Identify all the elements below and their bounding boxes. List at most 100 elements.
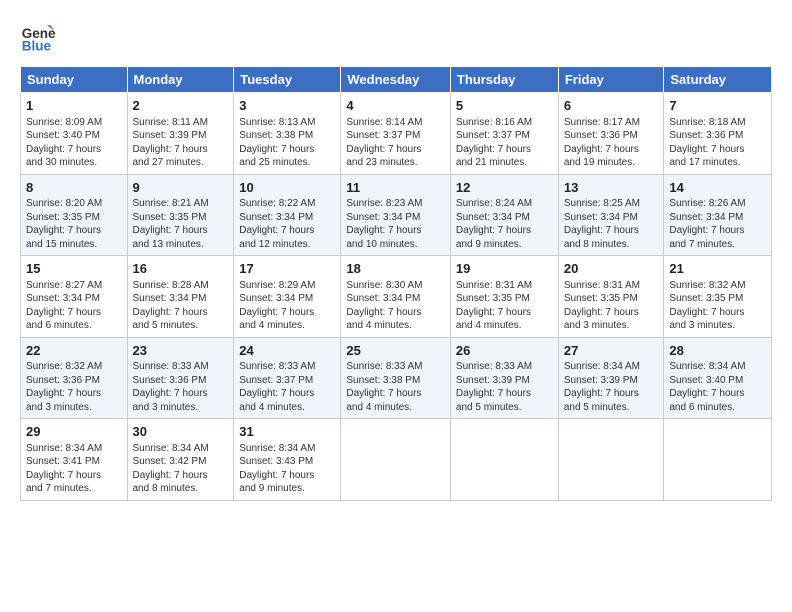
day-info: Daylight: 7 hours [456,224,553,238]
calendar-cell: 6Sunrise: 8:17 AMSunset: 3:36 PMDaylight… [558,93,664,175]
day-info: Daylight: 7 hours [26,224,122,238]
day-number: 12 [456,179,553,197]
day-info: and 6 minutes. [669,401,766,415]
svg-text:Blue: Blue [22,38,52,53]
day-number: 2 [133,97,229,115]
calendar-week-row: 29Sunrise: 8:34 AMSunset: 3:41 PMDayligh… [21,419,772,501]
col-header-thursday: Thursday [450,67,558,93]
day-info: and 21 minutes. [456,156,553,170]
day-info: Sunset: 3:38 PM [239,129,335,143]
day-info: Sunset: 3:36 PM [26,374,122,388]
day-info: Daylight: 7 hours [669,143,766,157]
day-info: and 17 minutes. [669,156,766,170]
calendar-cell: 7Sunrise: 8:18 AMSunset: 3:36 PMDaylight… [664,93,772,175]
day-info: and 27 minutes. [133,156,229,170]
day-number: 6 [564,97,659,115]
day-info: Sunrise: 8:27 AM [26,279,122,293]
day-info: Daylight: 7 hours [26,306,122,320]
calendar-cell: 19Sunrise: 8:31 AMSunset: 3:35 PMDayligh… [450,256,558,338]
logo: General Blue [20,18,56,54]
day-info: Daylight: 7 hours [564,387,659,401]
day-info: and 4 minutes. [239,319,335,333]
day-info: and 9 minutes. [239,482,335,496]
day-info: Sunset: 3:34 PM [239,211,335,225]
day-info: Sunset: 3:37 PM [239,374,335,388]
day-info: and 15 minutes. [26,238,122,252]
day-number: 16 [133,260,229,278]
day-number: 4 [346,97,445,115]
day-info: Sunrise: 8:34 AM [239,442,335,456]
calendar-cell: 1Sunrise: 8:09 AMSunset: 3:40 PMDaylight… [21,93,128,175]
day-info: and 8 minutes. [133,482,229,496]
day-info: Sunset: 3:34 PM [133,292,229,306]
day-info: Sunset: 3:36 PM [669,129,766,143]
calendar-cell: 12Sunrise: 8:24 AMSunset: 3:34 PMDayligh… [450,174,558,256]
day-number: 21 [669,260,766,278]
day-info: Sunrise: 8:33 AM [133,360,229,374]
day-info: Sunset: 3:37 PM [456,129,553,143]
calendar-cell: 21Sunrise: 8:32 AMSunset: 3:35 PMDayligh… [664,256,772,338]
header: General Blue [20,18,772,54]
day-info: and 30 minutes. [26,156,122,170]
day-info: Sunset: 3:39 PM [456,374,553,388]
day-info: Sunrise: 8:22 AM [239,197,335,211]
day-info: Sunset: 3:36 PM [133,374,229,388]
day-info: and 19 minutes. [564,156,659,170]
calendar-cell [341,419,451,501]
day-info: Sunset: 3:37 PM [346,129,445,143]
day-number: 1 [26,97,122,115]
day-number: 25 [346,342,445,360]
day-info: Sunrise: 8:34 AM [26,442,122,456]
day-number: 23 [133,342,229,360]
calendar-cell: 14Sunrise: 8:26 AMSunset: 3:34 PMDayligh… [664,174,772,256]
calendar-cell: 8Sunrise: 8:20 AMSunset: 3:35 PMDaylight… [21,174,128,256]
day-number: 27 [564,342,659,360]
day-info: Sunset: 3:40 PM [669,374,766,388]
calendar-cell [450,419,558,501]
day-info: Sunset: 3:39 PM [133,129,229,143]
day-number: 29 [26,423,122,441]
day-info: Sunrise: 8:17 AM [564,116,659,130]
day-info: Sunset: 3:39 PM [564,374,659,388]
day-info: Daylight: 7 hours [346,224,445,238]
day-number: 17 [239,260,335,278]
day-info: Daylight: 7 hours [564,224,659,238]
day-info: Sunrise: 8:31 AM [564,279,659,293]
day-info: Sunrise: 8:33 AM [346,360,445,374]
day-info: Sunrise: 8:32 AM [26,360,122,374]
day-info: Sunset: 3:41 PM [26,455,122,469]
col-header-saturday: Saturday [664,67,772,93]
calendar-cell: 15Sunrise: 8:27 AMSunset: 3:34 PMDayligh… [21,256,128,338]
day-info: and 23 minutes. [346,156,445,170]
day-info: and 7 minutes. [669,238,766,252]
calendar-cell: 20Sunrise: 8:31 AMSunset: 3:35 PMDayligh… [558,256,664,338]
day-info: Sunrise: 8:20 AM [26,197,122,211]
day-info: Sunrise: 8:34 AM [669,360,766,374]
day-info: and 4 minutes. [456,319,553,333]
page: General Blue SundayMondayTuesdayWednesda… [0,0,792,511]
day-info: Sunset: 3:36 PM [564,129,659,143]
day-info: and 3 minutes. [669,319,766,333]
day-number: 3 [239,97,335,115]
calendar-header-row: SundayMondayTuesdayWednesdayThursdayFrid… [21,67,772,93]
calendar-week-row: 8Sunrise: 8:20 AMSunset: 3:35 PMDaylight… [21,174,772,256]
day-info: Sunrise: 8:31 AM [456,279,553,293]
day-info: Sunset: 3:34 PM [669,211,766,225]
day-number: 13 [564,179,659,197]
day-info: Daylight: 7 hours [456,387,553,401]
day-info: Sunset: 3:35 PM [564,292,659,306]
day-info: and 5 minutes. [564,401,659,415]
day-info: Sunset: 3:43 PM [239,455,335,469]
day-info: Daylight: 7 hours [26,143,122,157]
calendar-cell: 11Sunrise: 8:23 AMSunset: 3:34 PMDayligh… [341,174,451,256]
col-header-friday: Friday [558,67,664,93]
day-info: Sunset: 3:34 PM [346,292,445,306]
day-info: and 25 minutes. [239,156,335,170]
day-number: 22 [26,342,122,360]
day-info: Sunset: 3:34 PM [564,211,659,225]
day-info: Daylight: 7 hours [26,469,122,483]
day-number: 30 [133,423,229,441]
day-info: Sunrise: 8:14 AM [346,116,445,130]
day-info: Sunset: 3:40 PM [26,129,122,143]
day-info: Sunrise: 8:32 AM [669,279,766,293]
